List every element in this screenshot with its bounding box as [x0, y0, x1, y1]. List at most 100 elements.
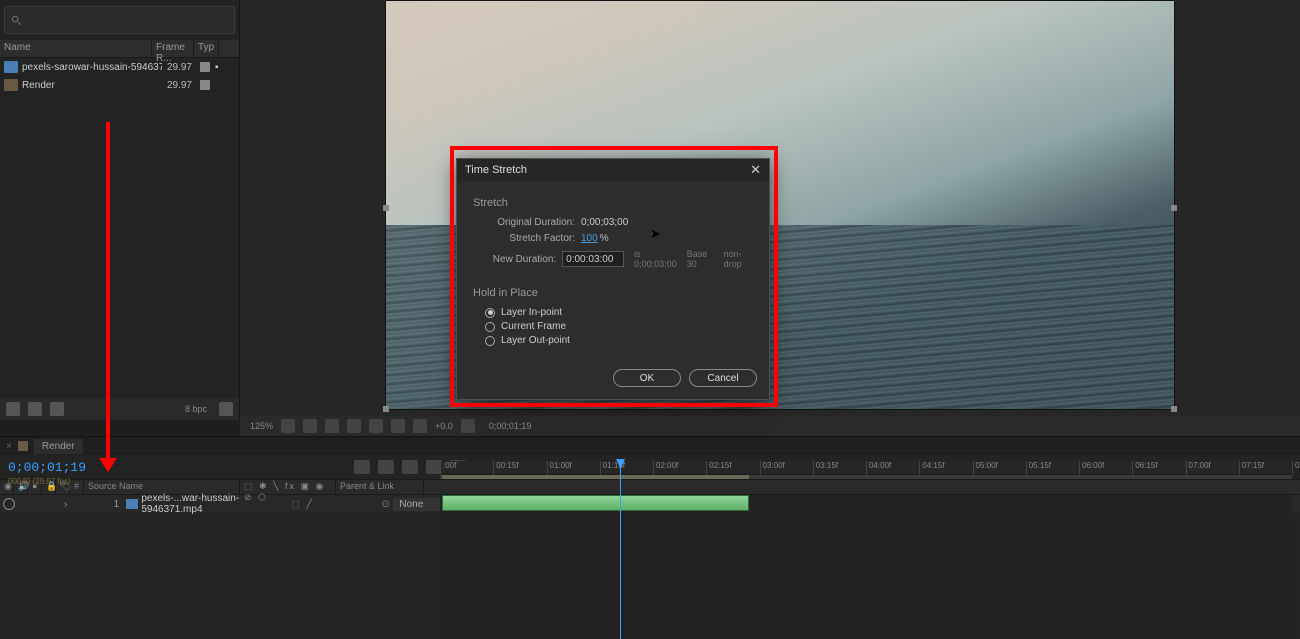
stretch-factor-row: Stretch Factor: 100 %: [473, 233, 753, 244]
layer-switches[interactable]: ⬚ ╱: [291, 499, 381, 510]
item-type-icon: ▪: [215, 62, 219, 73]
region-icon[interactable]: [347, 419, 361, 433]
radio-label: Layer In-point: [501, 307, 562, 318]
video-file-icon: [4, 61, 18, 73]
project-search[interactable]: [4, 6, 235, 34]
ruler-tick: 02:15f: [706, 461, 731, 475]
hold-section-label: Hold in Place: [473, 287, 753, 299]
viewer-toolbar: 125% +0.0 0;00;01;19: [240, 416, 1300, 436]
project-columns-header: Name Frame R... Typ: [0, 40, 239, 58]
radio-icon: [485, 322, 495, 332]
motion-blur-icon[interactable]: [402, 460, 418, 474]
timeline-tracks[interactable]: [440, 495, 1292, 639]
project-item-name: pexels-sarowar-hussain-5946371.mp4: [22, 62, 162, 73]
radio-icon: [485, 336, 495, 346]
col-type[interactable]: Typ: [194, 40, 219, 57]
comp-tab-icon: [18, 441, 28, 451]
ruler-tick: 03:15f: [813, 461, 838, 475]
time-stretch-dialog: Time Stretch ✕ Stretch Original Duration…: [456, 158, 770, 400]
dialog-titlebar[interactable]: Time Stretch ✕: [457, 159, 769, 181]
radio-icon: [485, 308, 495, 318]
work-area-bar[interactable]: [440, 475, 1292, 479]
ruler-tick: 05:15f: [1026, 461, 1051, 475]
project-bpc[interactable]: 8 bpc: [185, 404, 207, 414]
viewer-timecode[interactable]: 0;00;01;19: [489, 421, 532, 431]
ruler-tick: 06:15f: [1132, 461, 1157, 475]
dialog-title: Time Stretch: [465, 164, 527, 176]
interpret-footage-icon[interactable]: [6, 402, 20, 416]
stretch-factor-input[interactable]: 100: [581, 233, 598, 244]
project-item-rate: 29.97: [162, 62, 192, 73]
new-duration-row: New Duration: is 0;00;03;00 Base 30 non-…: [473, 249, 753, 269]
timeline-tabs: × Render: [0, 437, 1300, 455]
ruler-tick: 03:00f: [760, 461, 785, 475]
grid-icon[interactable]: [303, 419, 317, 433]
trash-icon[interactable]: [219, 402, 233, 416]
project-item-comp[interactable]: Render 29.97: [0, 76, 239, 94]
radio-layer-out[interactable]: Layer Out-point: [485, 335, 753, 346]
project-footer: 8 bpc: [0, 398, 239, 420]
radio-layer-in[interactable]: Layer In-point: [485, 307, 753, 318]
project-item-video[interactable]: pexels-sarowar-hussain-5946371.mp4 29.97…: [0, 58, 239, 76]
original-duration-value: 0;00;03;00: [581, 217, 628, 228]
ruler-tick: 04:00f: [866, 461, 891, 475]
col-name[interactable]: Name: [0, 40, 152, 57]
composition-viewer: [240, 0, 1300, 435]
frame-blend-icon[interactable]: [378, 460, 394, 474]
ruler-tick: 01:00f: [547, 461, 572, 475]
col-source-name[interactable]: Source Name: [84, 480, 240, 494]
shy-toggle-icon[interactable]: [354, 460, 370, 474]
playhead[interactable]: [620, 459, 621, 639]
layer-index: 1: [109, 499, 123, 510]
layer-name[interactable]: pexels-...war-hussain-5946371.mp4: [141, 493, 291, 515]
radio-current-frame[interactable]: Current Frame: [485, 321, 753, 332]
label-color-swatch: [200, 62, 210, 72]
new-duration-is: is 0;00;03;00: [634, 249, 677, 269]
project-panel: Name Frame R... Typ pexels-sarowar-hussa…: [0, 0, 240, 420]
ruler-tick: 06:00f: [1079, 461, 1104, 475]
project-item-name: Render: [22, 80, 162, 91]
close-icon[interactable]: ✕: [750, 162, 761, 178]
zoom-level[interactable]: 125%: [250, 421, 273, 431]
transform-handle[interactable]: [383, 406, 389, 412]
new-duration-drop: non-drop: [724, 249, 753, 269]
timeline-tab-render[interactable]: Render: [34, 439, 83, 454]
mask-toggle-icon[interactable]: [325, 419, 339, 433]
timecode-frames: 00049 (29.97 fps): [8, 477, 71, 486]
cancel-button[interactable]: Cancel: [689, 369, 757, 387]
ruler-tick: :00f: [440, 461, 456, 475]
radio-label: Current Frame: [501, 321, 566, 332]
percent-unit: %: [600, 233, 609, 244]
transform-handle[interactable]: [1171, 205, 1177, 211]
snapshot-icon[interactable]: [461, 419, 475, 433]
composition-icon: [4, 79, 18, 91]
time-ruler[interactable]: :00f00:15f01:00f01:15f02:00f02:15f03:00f…: [440, 461, 1292, 475]
mouse-cursor: ➤: [650, 226, 661, 242]
layer-clip[interactable]: [442, 495, 749, 511]
current-timecode[interactable]: 0;00;01;19: [0, 460, 94, 475]
project-item-rate: 29.97: [162, 80, 192, 91]
transparency-grid-icon[interactable]: [369, 419, 383, 433]
new-folder-icon[interactable]: [28, 402, 42, 416]
exposure-value[interactable]: +0.0: [435, 421, 453, 431]
render-icon[interactable]: [413, 419, 427, 433]
col-parent[interactable]: Parent & Link: [336, 480, 424, 494]
new-duration-input[interactable]: [562, 251, 624, 267]
radio-label: Layer Out-point: [501, 335, 570, 346]
resolution-menu[interactable]: [281, 419, 295, 433]
annotation-arrow: [106, 122, 110, 470]
visibility-toggle-icon[interactable]: [3, 498, 15, 510]
new-comp-icon[interactable]: [50, 402, 64, 416]
ok-button[interactable]: OK: [613, 369, 681, 387]
footage-icon: [126, 499, 138, 509]
3d-view-icon[interactable]: [391, 419, 405, 433]
ruler-tick: 00:15f: [493, 461, 518, 475]
ruler-tick: 07:15f: [1239, 461, 1264, 475]
label-color-swatch: [200, 80, 210, 90]
transform-handle[interactable]: [383, 205, 389, 211]
time-ruler-area: :00f00:15f01:00f01:15f02:00f02:15f03:00f…: [440, 461, 1292, 491]
col-framerate[interactable]: Frame R...: [152, 40, 194, 57]
transform-handle[interactable]: [1171, 406, 1177, 412]
stretch-factor-label: Stretch Factor:: [473, 233, 581, 244]
original-duration-row: Original Duration: 0;00;03;00: [473, 217, 753, 228]
